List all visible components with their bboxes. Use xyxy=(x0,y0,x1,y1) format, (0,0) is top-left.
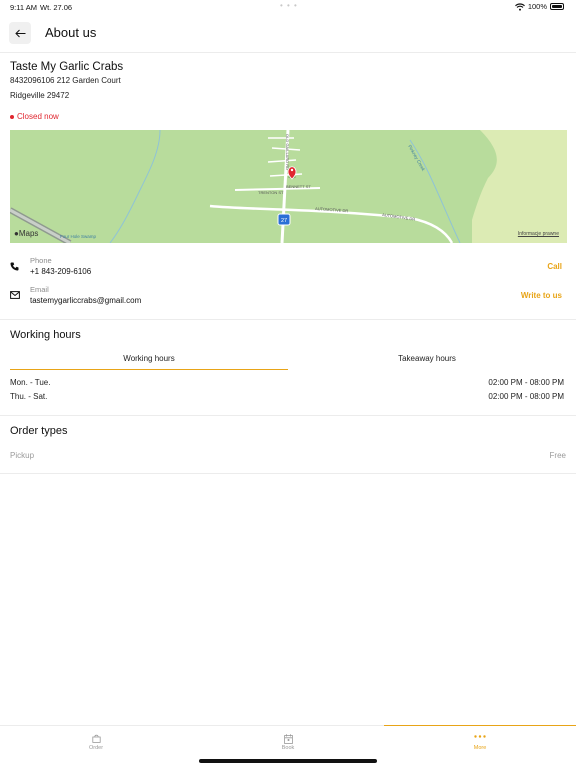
tab-working-hours[interactable]: Working hours xyxy=(10,354,288,363)
working-hours-title: Working hours xyxy=(10,329,81,341)
tab-takeaway-hours[interactable]: Takeaway hours xyxy=(288,354,566,363)
map-canvas: 27 OLD GAILLARD RD AUTOMOTIVE DR AUTOMOT… xyxy=(10,130,567,243)
email-label: Email xyxy=(30,285,49,294)
active-tab-indicator xyxy=(10,369,288,370)
more-dots-icon xyxy=(474,735,486,738)
phone-icon xyxy=(10,262,19,271)
status-dot-icon xyxy=(10,114,14,119)
location-map[interactable]: 27 OLD GAILLARD RD AUTOMOTIVE DR AUTOMOT… xyxy=(10,130,567,243)
wifi-icon xyxy=(514,2,525,11)
venue-address-line2: Ridgeville 29472 xyxy=(10,91,70,100)
order-type-name: Pickup xyxy=(10,451,35,460)
phone-value[interactable]: +1 843-209-6106 xyxy=(30,267,91,276)
venue-address-line1: 8432096106 212 Garden Court xyxy=(10,76,121,85)
nav-item-more[interactable]: More xyxy=(384,725,576,766)
order-type-price: Free xyxy=(549,451,566,460)
status-date: Wt. 27.06 xyxy=(40,3,73,12)
phone-label: Phone xyxy=(30,256,52,265)
back-button[interactable] xyxy=(9,22,31,44)
home-indicator[interactable] xyxy=(199,759,377,763)
status-right: 100% xyxy=(514,2,564,11)
divider xyxy=(0,319,576,320)
battery-percent: 100% xyxy=(527,2,547,11)
map-pin-icon[interactable] xyxy=(287,166,297,180)
arrow-left-icon xyxy=(14,29,25,37)
bag-icon xyxy=(91,734,101,743)
mail-icon xyxy=(10,291,20,299)
nav-label-order: Order xyxy=(88,745,104,751)
nav-label-book: Book xyxy=(281,745,295,751)
page-header: About us xyxy=(0,16,576,53)
maps-logo: ●Maps xyxy=(14,229,39,238)
page-title: About us xyxy=(45,25,97,40)
phone-row: Phone +1 843-209-6106 Call xyxy=(0,256,576,278)
call-button[interactable]: Call xyxy=(547,262,562,271)
order-types-title: Order types xyxy=(10,425,68,437)
hours-time: 02:00 PM - 08:00 PM xyxy=(488,392,564,401)
map-street-label: OLD GAILLARD RD xyxy=(285,134,290,170)
nav-item-order[interactable]: Order xyxy=(0,726,192,766)
multitasking-dots-icon[interactable]: • • • xyxy=(280,1,298,10)
open-status-badge: Closed now xyxy=(10,112,59,121)
hours-days: Mon. - Tue. xyxy=(10,378,51,387)
divider xyxy=(0,473,576,474)
map-street-label: BENNETT ST xyxy=(286,184,311,189)
email-row: Email tastemygarliccrabs@gmail.com Write… xyxy=(0,285,576,307)
battery-icon xyxy=(550,3,564,10)
hours-time: 02:00 PM - 08:00 PM xyxy=(488,378,564,387)
status-time: 9:11 AM xyxy=(10,3,37,12)
route-shield-label: 27 xyxy=(281,218,287,224)
calendar-icon xyxy=(283,734,293,744)
venue-name: Taste My Garlic Crabs xyxy=(10,61,124,73)
map-water-label: Four Hole Swamp xyxy=(60,234,97,239)
divider xyxy=(0,415,576,416)
map-legal-link[interactable]: Informacje prawne xyxy=(518,231,559,237)
write-to-us-button[interactable]: Write to us xyxy=(521,291,562,300)
hours-days: Thu. - Sat. xyxy=(10,392,48,401)
nav-label-more: More xyxy=(473,745,487,751)
map-street-label: TRENTON ST xyxy=(258,190,284,195)
email-value[interactable]: tastemygarliccrabs@gmail.com xyxy=(30,296,141,305)
open-status-text: Closed now xyxy=(17,112,59,121)
status-bar: 9:11 AM Wt. 27.06 • • • 100% xyxy=(0,0,576,14)
